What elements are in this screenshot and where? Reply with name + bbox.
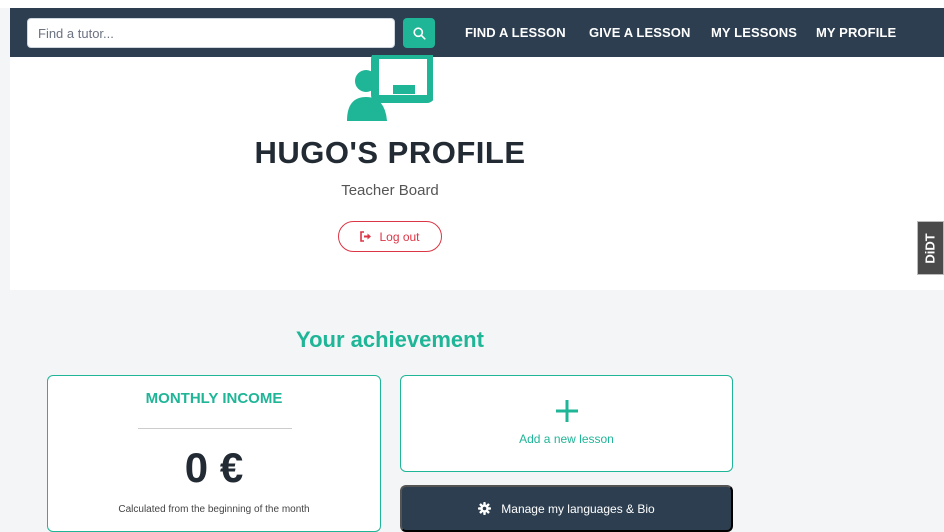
profile-subtitle: Teacher Board — [341, 182, 439, 199]
income-title: MONTHLY INCOME — [145, 390, 283, 407]
nav-find-a-lesson[interactable]: FIND A LESSON — [465, 25, 566, 40]
income-value: 0 € — [184, 444, 244, 491]
top-strip — [0, 0, 944, 8]
divider — [138, 428, 292, 429]
income-note: Calculated from the beginning of the mon… — [118, 504, 310, 515]
side-badge-label: DiDT — [923, 232, 938, 264]
add-lesson-label: Add a new lesson — [519, 432, 614, 446]
nav-my-lessons[interactable]: MY LESSONS — [711, 25, 797, 40]
manage-label: Manage my languages & Bio — [501, 501, 655, 516]
logout-label: Log out — [379, 229, 420, 244]
manage-languages-bio-button[interactable]: Manage my languages & Bio — [400, 485, 733, 532]
navbar: FIND A LESSON GIVE A LESSON MY LESSONS M… — [10, 8, 944, 57]
profile-header-card: HUGO'S PROFILE Teacher Board Log out — [10, 55, 944, 290]
monthly-income-card: MONTHLY INCOME 0 € Calculated from the b… — [47, 375, 381, 532]
gear-icon — [478, 502, 492, 515]
side-badge[interactable]: DiDT — [917, 221, 944, 275]
nav-my-profile[interactable]: MY PROFILE — [816, 25, 896, 40]
teacher-board-icon — [347, 55, 433, 121]
page-title: HUGO'S PROFILE — [254, 135, 526, 170]
section-title: Your achievement — [296, 327, 484, 352]
search-icon — [412, 26, 426, 40]
plus-icon — [556, 400, 578, 422]
logout-button[interactable]: Log out — [338, 221, 442, 252]
search-input[interactable] — [27, 18, 395, 48]
logout-icon — [360, 231, 372, 242]
nav-give-a-lesson[interactable]: GIVE A LESSON — [589, 25, 690, 40]
search-button[interactable] — [403, 18, 435, 48]
add-lesson-card[interactable]: Add a new lesson — [400, 375, 733, 472]
